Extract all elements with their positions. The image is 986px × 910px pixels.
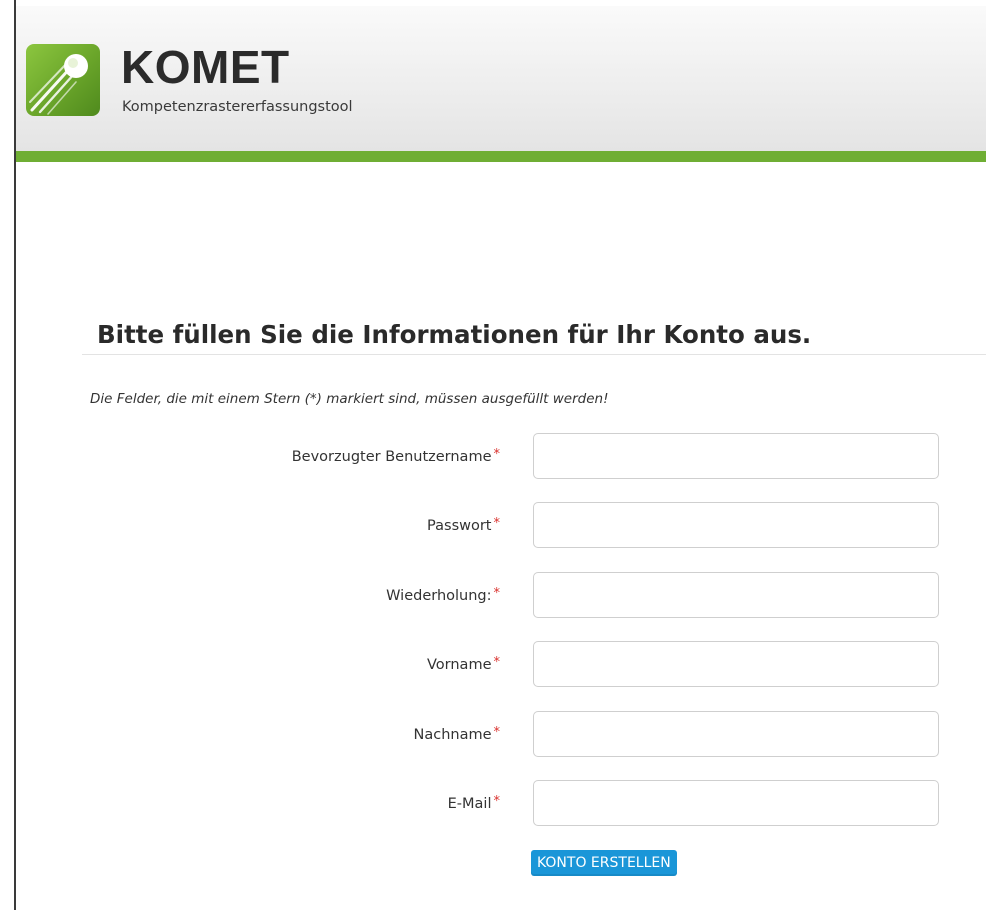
firstname-input[interactable]	[533, 641, 939, 687]
username-input[interactable]	[533, 433, 939, 479]
lastname-label: Nachname *	[413, 725, 501, 743]
email-label: E-Mail *	[447, 794, 501, 812]
password-label: Passwort *	[427, 516, 501, 534]
username-label: Bevorzugter Benutzername *	[291, 447, 501, 465]
password-repeat-input[interactable]	[533, 572, 939, 618]
required-marker: *	[493, 655, 501, 670]
form-row-firstname: Vorname *	[0, 641, 986, 689]
comet-logo-icon[interactable]	[26, 44, 100, 116]
header-accent-bar	[16, 151, 986, 162]
required-fields-note: Die Felder, die mit einem Stern (*) mark…	[90, 391, 609, 407]
lastname-input[interactable]	[533, 711, 939, 757]
required-marker: *	[493, 586, 501, 601]
firstname-label: Vorname *	[427, 655, 501, 673]
required-marker: *	[493, 447, 501, 462]
password-input[interactable]	[533, 502, 939, 548]
brand-title: KOMET	[121, 41, 290, 93]
signup-page: KOMET Kompetenzrastererfassungstool Bitt…	[0, 0, 986, 910]
form-row-password-repeat: Wiederholung: *	[0, 572, 986, 620]
form-row-lastname: Nachname *	[0, 711, 986, 759]
brand-subtitle: Kompetenzrastererfassungstool	[122, 99, 353, 115]
form-row-password: Passwort *	[0, 502, 986, 550]
form-row-username: Bevorzugter Benutzername *	[0, 433, 986, 481]
create-account-button[interactable]: KONTO ERSTELLEN	[531, 850, 677, 876]
required-marker: *	[493, 794, 501, 809]
required-marker: *	[493, 516, 501, 531]
required-marker: *	[493, 725, 501, 740]
form-heading: Bitte füllen Sie die Informationen für I…	[97, 320, 812, 349]
form-row-email: E-Mail *	[0, 780, 986, 828]
heading-divider	[82, 354, 986, 355]
email-input[interactable]	[533, 780, 939, 826]
password-repeat-label: Wiederholung: *	[386, 586, 501, 604]
